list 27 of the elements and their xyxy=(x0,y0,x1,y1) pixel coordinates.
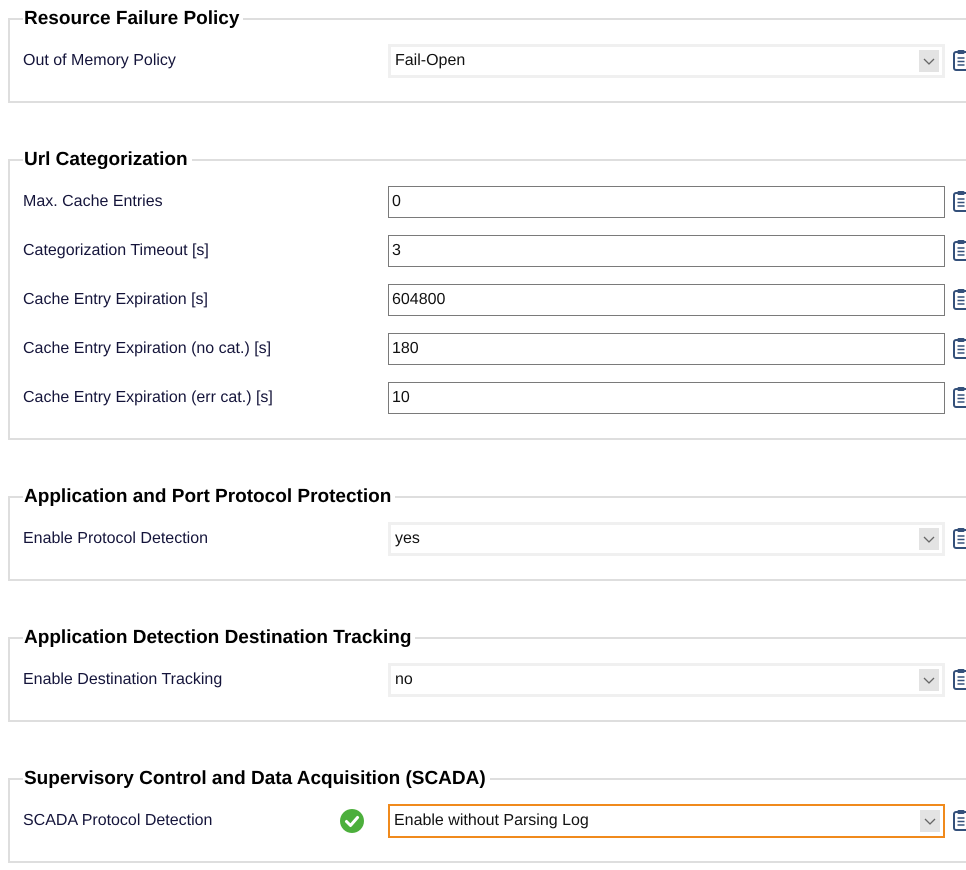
field-label: Out of Memory Policy xyxy=(23,52,177,70)
input-field[interactable]: 3 xyxy=(388,234,945,266)
field-label: Cache Entry Expiration (err cat.) [s] xyxy=(23,388,274,406)
input-field[interactable]: 0 xyxy=(388,186,945,218)
dropdown[interactable]: Fail-Open xyxy=(388,44,945,78)
dropdown[interactable]: no xyxy=(388,662,945,696)
field-label: Cache Entry Expiration [s] xyxy=(23,290,209,308)
field-label: Enable Protocol Detection xyxy=(23,530,209,548)
chevron-down-icon xyxy=(919,528,939,550)
input-field[interactable]: 180 xyxy=(388,332,945,364)
group-title: Url Categorization xyxy=(24,149,188,170)
input-field[interactable]: 604800 xyxy=(388,284,945,316)
field-label: Enable Destination Tracking xyxy=(23,670,224,688)
group-title: Application and Port Protocol Protection xyxy=(24,486,392,507)
field-label: Cache Entry Expiration (no cat.) [s] xyxy=(23,340,272,358)
group-title: Resource Failure Policy xyxy=(24,8,240,29)
input-field[interactable]: 10 xyxy=(388,382,945,414)
field-label: Max. Cache Entries xyxy=(23,192,164,210)
dropdown[interactable]: yes xyxy=(388,522,945,556)
dropdown[interactable]: Enable without Parsing Log xyxy=(388,804,945,838)
group-title: Application Detection Destination Tracking xyxy=(24,627,412,648)
field-label: Categorization Timeout [s] xyxy=(23,242,210,260)
chevron-down-icon xyxy=(920,810,940,832)
chevron-down-icon xyxy=(919,50,939,72)
field-label: SCADA Protocol Detection xyxy=(23,812,214,830)
chevron-down-icon xyxy=(919,668,939,690)
group-title: Supervisory Control and Data Acquisition (SCADA) xyxy=(24,768,486,789)
